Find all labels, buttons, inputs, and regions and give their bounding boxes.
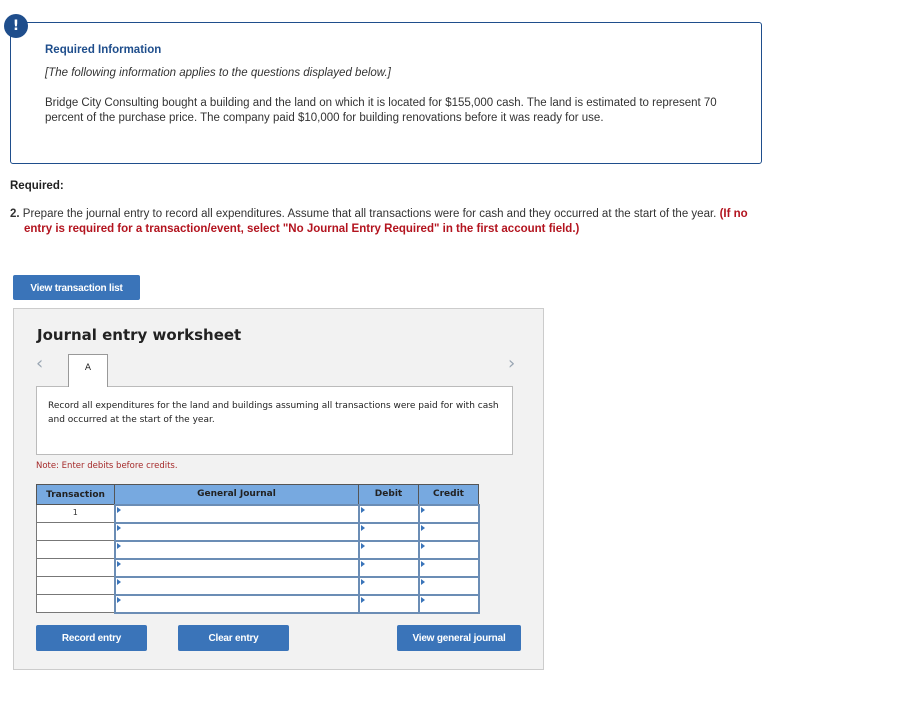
worksheet-description: Record all expenditures for the land and… (36, 386, 513, 455)
debit-input[interactable] (357, 539, 420, 560)
question-text: Prepare the journal entry to record all … (19, 208, 720, 220)
debit-input[interactable] (357, 503, 420, 524)
worksheet-note: Note: Enter debits before credits. (36, 461, 178, 471)
account-input[interactable] (113, 521, 360, 542)
account-input[interactable] (113, 557, 360, 578)
exclamation-icon: ! (4, 14, 28, 38)
required-label: Required: (10, 180, 64, 192)
view-general-journal-button[interactable]: View general journal (397, 625, 521, 651)
transaction-cell (36, 576, 115, 595)
table-row (36, 557, 480, 578)
journal-entry-worksheet: Journal entry worksheet ‹ A › Record all… (13, 308, 544, 670)
debit-input[interactable] (357, 575, 420, 596)
credit-input[interactable] (417, 521, 480, 542)
table-row: 1 (36, 503, 480, 524)
credit-input[interactable] (417, 557, 480, 578)
transaction-cell (36, 522, 115, 541)
credit-input[interactable] (417, 593, 480, 614)
transaction-cell (36, 558, 115, 577)
journal-table: Transaction General Journal Debit Credit… (36, 484, 480, 614)
chevron-right-icon[interactable]: › (508, 353, 515, 374)
header-transaction: Transaction (36, 484, 115, 505)
account-input[interactable] (113, 575, 360, 596)
chevron-left-icon[interactable]: ‹ (36, 353, 43, 374)
info-subtitle: [The following information applies to th… (45, 67, 391, 79)
transaction-cell (36, 594, 115, 613)
debit-input[interactable] (357, 521, 420, 542)
clear-entry-button[interactable]: Clear entry (178, 625, 289, 651)
transaction-cell (36, 540, 115, 559)
header-debit: Debit (358, 484, 419, 505)
debit-input[interactable] (357, 593, 420, 614)
header-general-journal: General Journal (114, 484, 359, 505)
question-number: 2. (10, 208, 20, 220)
account-input[interactable] (113, 593, 360, 614)
info-text: Bridge City Consulting bought a building… (45, 97, 717, 124)
credit-input[interactable] (417, 539, 480, 560)
worksheet-title: Journal entry worksheet (37, 326, 242, 344)
view-transaction-list-button[interactable]: View transaction list (13, 275, 140, 300)
table-row (36, 593, 480, 614)
credit-input[interactable] (417, 575, 480, 596)
tab-a[interactable]: A (68, 354, 108, 387)
table-row (36, 539, 480, 560)
record-entry-button[interactable]: Record entry (36, 625, 147, 651)
table-row (36, 575, 480, 596)
info-title: Required Information (45, 44, 162, 56)
account-input[interactable] (113, 503, 360, 524)
debit-input[interactable] (357, 557, 420, 578)
transaction-cell: 1 (36, 504, 115, 523)
account-input[interactable] (113, 539, 360, 560)
credit-input[interactable] (417, 503, 480, 524)
table-row (36, 521, 480, 542)
question: 2. Prepare the journal entry to record a… (10, 207, 770, 237)
header-credit: Credit (418, 484, 479, 505)
